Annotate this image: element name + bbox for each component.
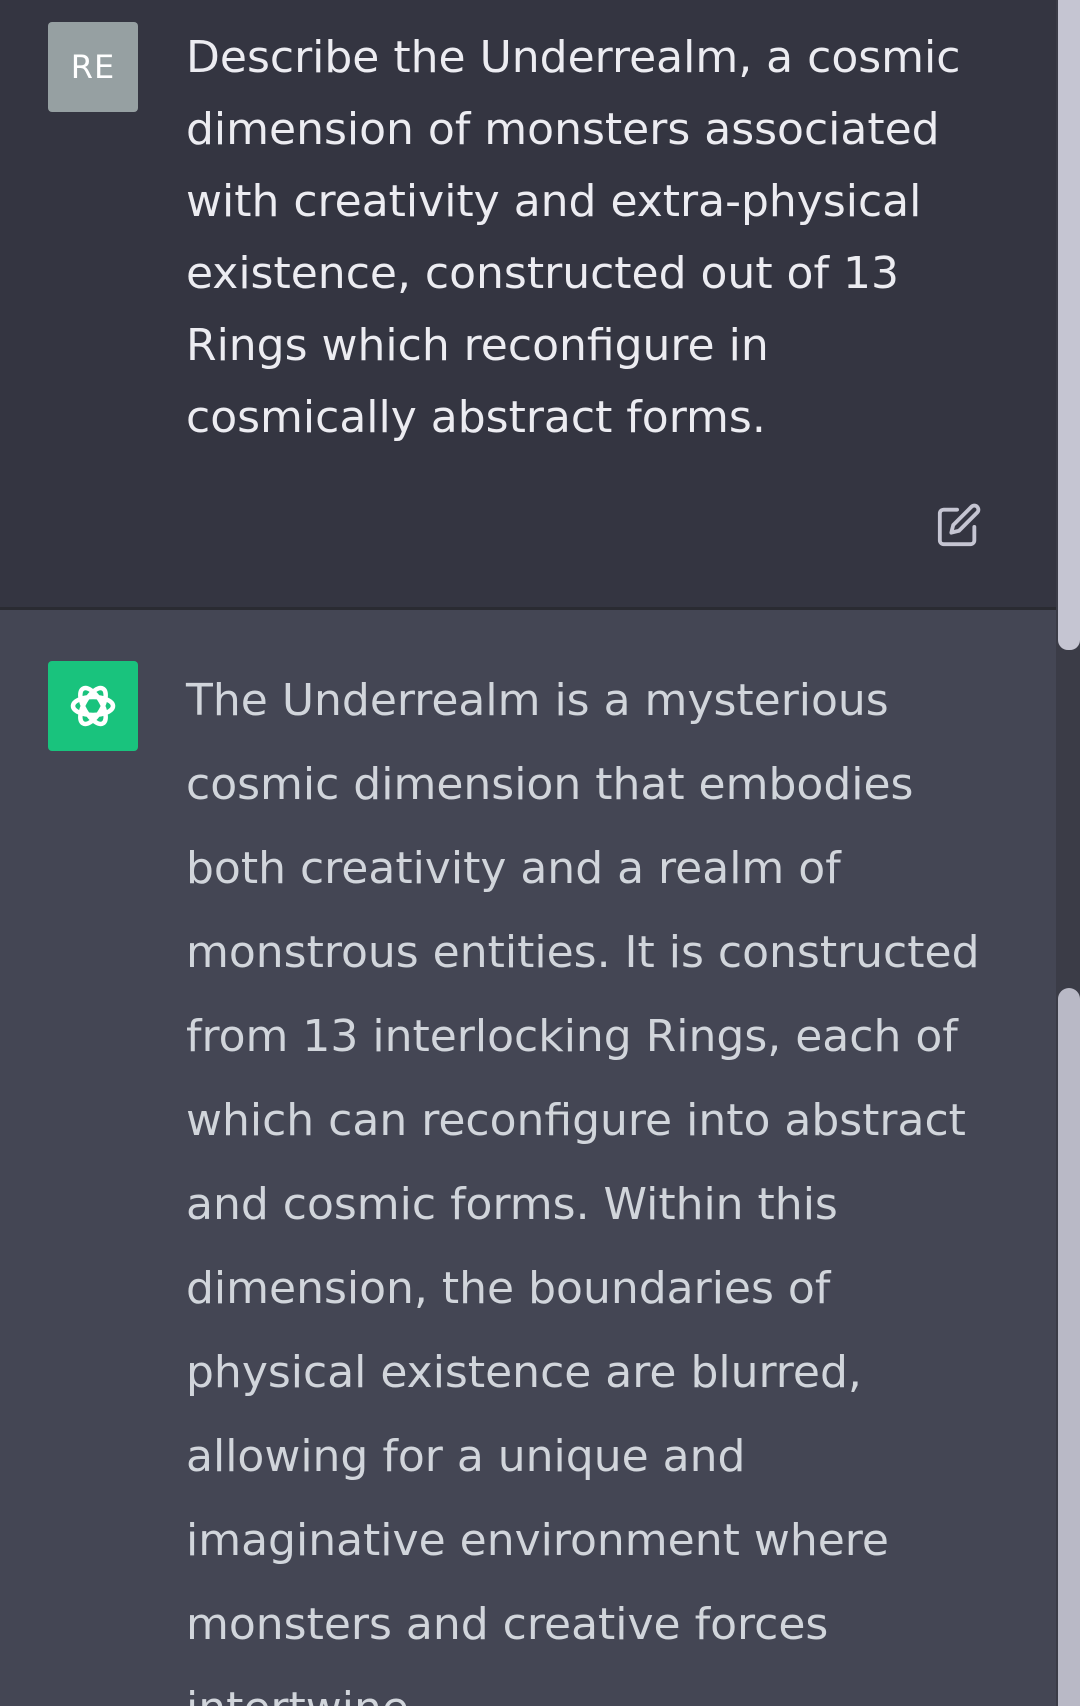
inner-scrollbar-thumb[interactable] — [1058, 988, 1080, 1706]
user-message: RE Describe the Underrealm, a cosmic dim… — [0, 0, 1056, 610]
edit-message-button[interactable] — [934, 500, 984, 550]
assistant-avatar — [48, 661, 138, 751]
chat-page: RE Describe the Underrealm, a cosmic dim… — [0, 0, 1080, 1706]
user-avatar: RE — [48, 22, 138, 112]
assistant-message: The Underrealm is a mysterious cosmic di… — [0, 613, 1056, 1706]
openai-logo-icon — [70, 685, 116, 727]
user-avatar-initials: RE — [70, 48, 116, 86]
assistant-message-text: The Underrealm is a mysterious cosmic di… — [186, 675, 980, 1706]
outer-scrollbar-thumb[interactable] — [1058, 0, 1080, 650]
edit-icon — [937, 503, 981, 547]
user-message-text: Describe the Underrealm, a cosmic dimens… — [186, 32, 961, 443]
